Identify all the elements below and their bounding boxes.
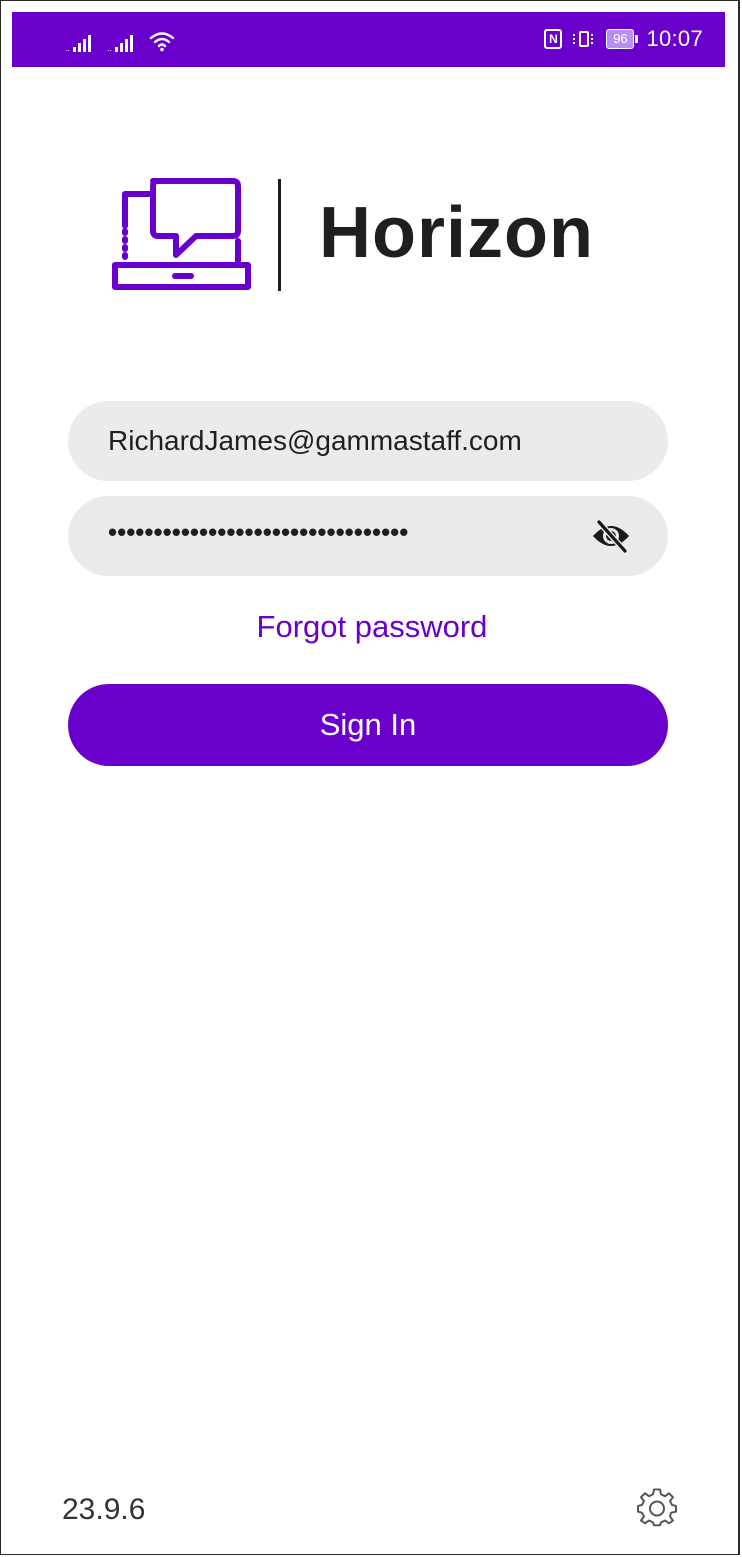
- password-field[interactable]: •••••••••••••••••••••••••••••••••: [68, 496, 668, 576]
- vibrate-icon: [570, 29, 598, 49]
- battery-icon: 96: [606, 29, 639, 49]
- app-frame: .. .. N 96 10:07 Horizon RichardJames@ga…: [0, 0, 740, 1555]
- laptop-chat-icon: [112, 178, 251, 290]
- signal-icon: ..: [65, 35, 92, 53]
- logo-divider: [278, 179, 281, 291]
- battery-level: 96: [606, 29, 635, 49]
- signal-icon: ..: [107, 35, 134, 53]
- email-field[interactable]: RichardJames@gammastaff.com: [68, 401, 668, 481]
- forgot-password-link[interactable]: Forgot password: [1, 609, 742, 645]
- status-left: .. ..: [65, 28, 175, 53]
- status-bar: .. .. N 96 10:07: [12, 12, 725, 67]
- password-value: •••••••••••••••••••••••••••••••••: [108, 517, 409, 547]
- status-time: 10:07: [646, 26, 703, 51]
- sign-in-button[interactable]: Sign In: [68, 684, 668, 766]
- app-version: 23.9.6: [62, 1493, 146, 1526]
- status-right: N 96 10:07: [544, 24, 703, 54]
- gear-icon[interactable]: [637, 1488, 677, 1528]
- nfc-icon: N: [544, 29, 563, 49]
- brand-logo: Horizon: [111, 171, 631, 296]
- wifi-icon: [149, 32, 175, 52]
- eye-off-icon[interactable]: [590, 518, 632, 554]
- email-value: RichardJames@gammastaff.com: [108, 425, 522, 456]
- brand-name: Horizon: [319, 193, 594, 273]
